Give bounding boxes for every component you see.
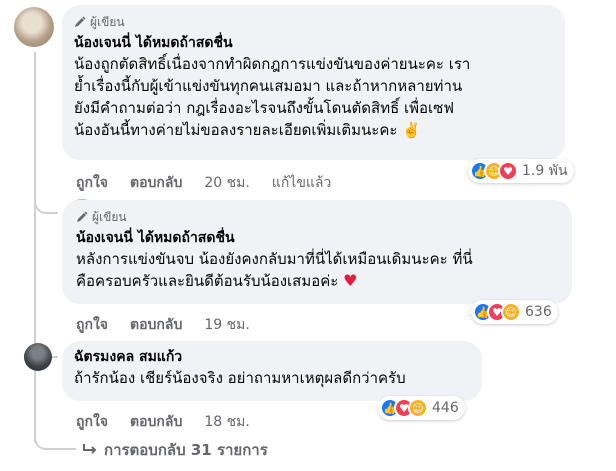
edited-label: แก้ไขแล้ว — [271, 175, 332, 191]
comment-text-body: หลังการแข่งขันจบ น้องยังคงกลับมาที่นี่ได… — [76, 250, 473, 290]
reply-button[interactable]: ตอบกลับ — [130, 411, 182, 433]
view-replies-label: การตอบกลับ 31 รายการ — [104, 441, 268, 459]
comment-time[interactable]: 20 ชม. — [204, 172, 249, 194]
like-button[interactable]: ถูกใจ — [76, 411, 108, 433]
author-badge: ผู้เขียน — [74, 14, 553, 30]
reaction-count: 636 — [525, 304, 552, 320]
thread-line — [34, 52, 36, 442]
reply-button[interactable]: ตอบกลับ — [130, 172, 182, 194]
comment-actions: ถูกใจ ตอบกลับ 18 ชม. — [76, 411, 250, 433]
like-button[interactable]: ถูกใจ — [76, 314, 108, 336]
thread-connector — [34, 420, 76, 450]
like-button[interactable]: ถูกใจ — [76, 172, 108, 194]
avatar[interactable] — [24, 343, 52, 371]
reaction-count: 446 — [432, 400, 459, 416]
avatar[interactable] — [14, 7, 54, 47]
author-badge-label: ผู้เขียน — [90, 14, 125, 29]
reply-arrow-icon — [83, 444, 97, 454]
care-reaction-icon: ☺ — [408, 398, 428, 418]
comment-text: ถ้ารักน้อง เชียร์น้องจริง อย่าถามหาเหตุผ… — [74, 369, 406, 387]
comment-bubble: ผู้เขียน น้องเจนนี่ ได้หมดถ้าสดชื่น หลัง… — [62, 200, 572, 304]
reply-button[interactable]: ตอบกลับ — [130, 314, 182, 336]
comment-text: หลังการแข่งขันจบ น้องยังคงกลับมาที่นี่ได… — [76, 248, 560, 292]
author-badge-label: ผู้เขียน — [92, 209, 127, 224]
comment-author[interactable]: น้องเจนนี่ ได้หมดถ้าสดชื่น — [74, 33, 553, 53]
comment-author[interactable]: ฉัตรมงคล สมแก้ว — [74, 347, 470, 367]
care-reaction-icon: ☺ — [501, 302, 521, 322]
thread-connector — [34, 168, 58, 214]
author-badge: ผู้เขียน — [76, 209, 560, 225]
comment-bubble: ฉัตรมงคล สมแก้ว ถ้ารักน้อง เชียร์น้องจริ… — [62, 341, 482, 401]
comment-actions: ถูกใจ ตอบกลับ 20 ชม. แก้ไขแล้ว — [76, 172, 331, 194]
reaction-count: 1.9 พัน — [522, 163, 568, 179]
comment-time[interactable]: 19 ชม. — [204, 314, 249, 336]
comment-actions: ถูกใจ ตอบกลับ 19 ชม. — [76, 314, 250, 336]
author-pen-icon — [75, 16, 86, 27]
comment-text: น้องถูกตัดสิทธิ์เนื่องจากทำผิดกฎการแข่งข… — [74, 55, 471, 139]
comment-time[interactable]: 18 ชม. — [204, 411, 249, 433]
reaction-summary[interactable]: 👍 ☺ ♥ 1.9 พัน — [468, 159, 574, 183]
view-replies-link[interactable]: การตอบกลับ 31 รายการ — [82, 438, 268, 462]
comment-bubble: ผู้เขียน น้องเจนนี่ ได้หมดถ้าสดชื่น น้อง… — [62, 5, 565, 160]
author-pen-icon — [77, 211, 88, 222]
reaction-summary[interactable]: 👍 ♥ ☺ 446 — [378, 396, 465, 420]
love-reaction-icon: ♥ — [498, 161, 518, 181]
comment-author[interactable]: น้องเจนนี่ ได้หมดถ้าสดชื่น — [76, 228, 560, 248]
reaction-summary[interactable]: 👍 ♥ ☺ 636 — [471, 300, 558, 324]
heart-emoji: ♥ — [343, 271, 358, 290]
